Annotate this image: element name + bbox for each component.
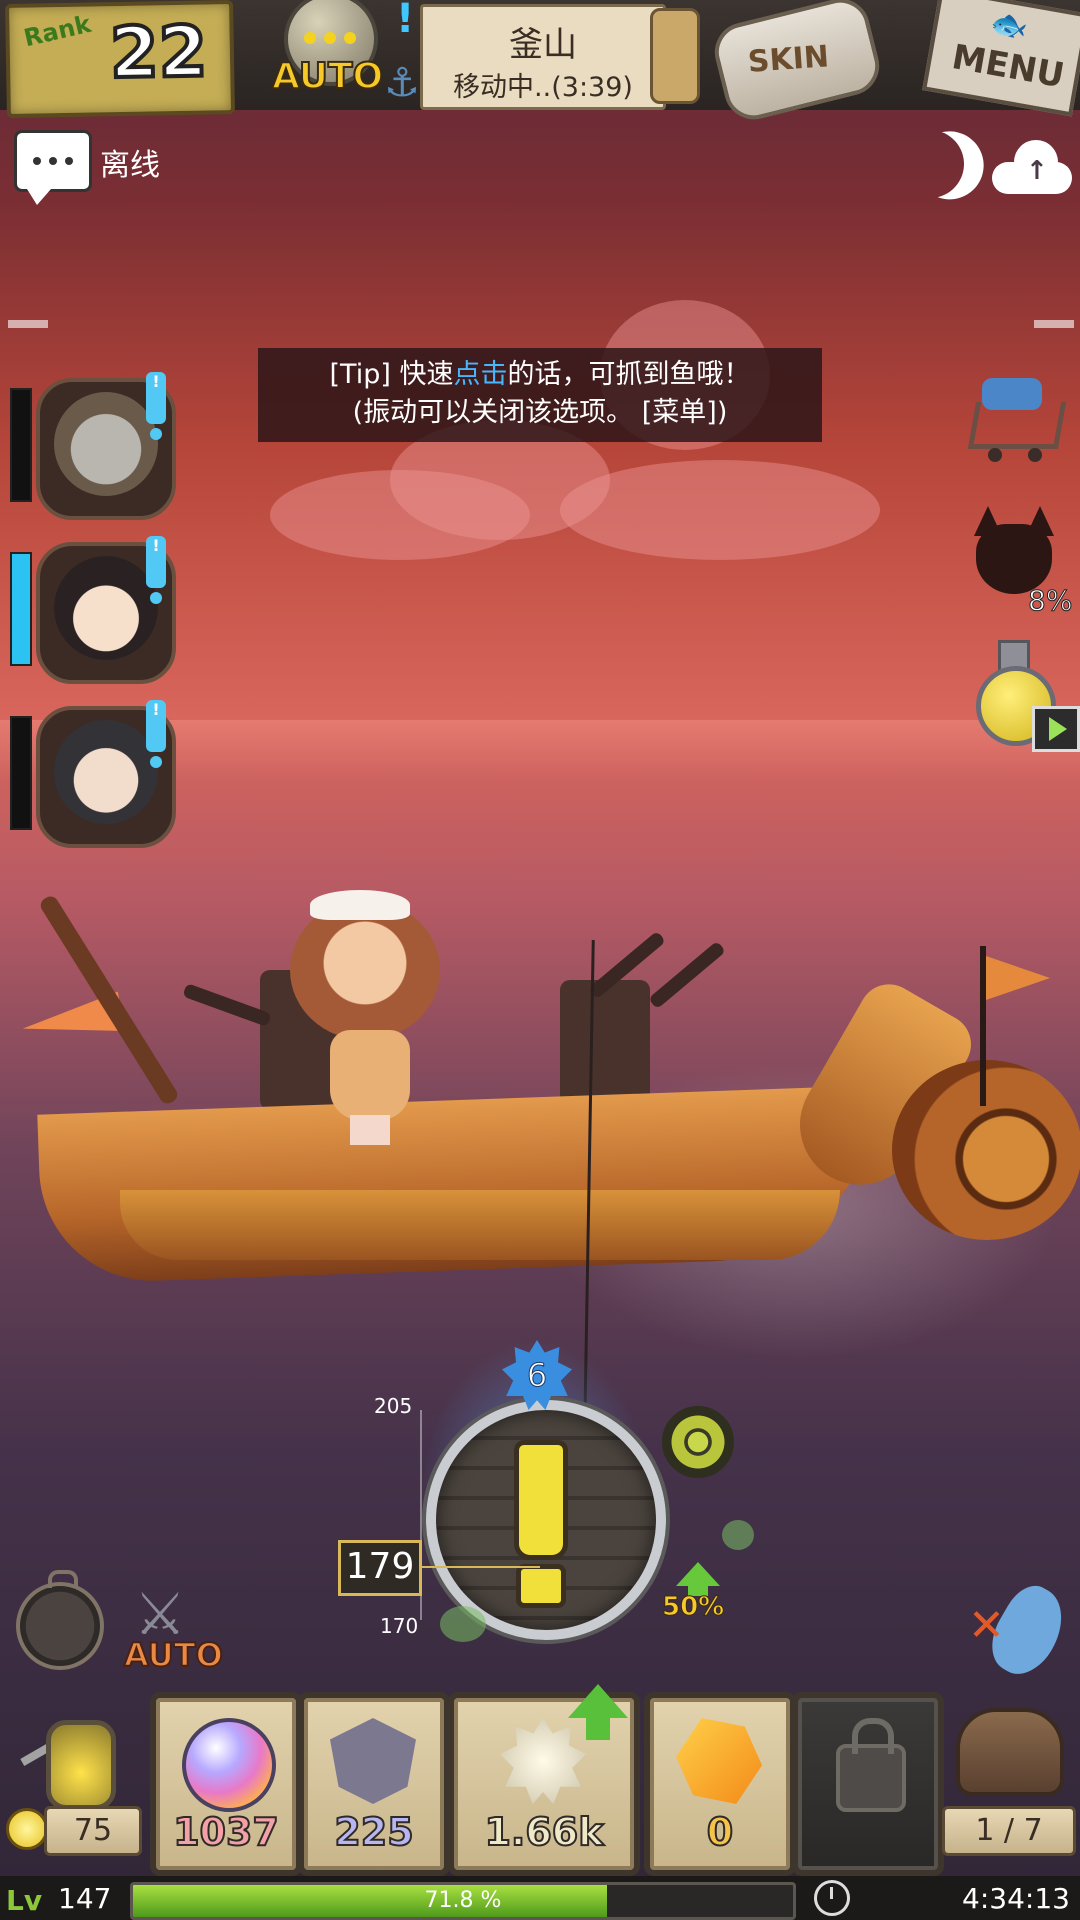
item-count: 225 <box>333 1809 414 1855</box>
flag-icon <box>986 956 1050 1000</box>
location-name: 釜山 <box>509 25 577 65</box>
skull-shield-icon <box>330 1718 416 1804</box>
menu-label: MENU <box>948 37 1068 97</box>
upgrade-arrow-icon <box>568 1684 628 1744</box>
coin-count: 75 <box>44 1806 142 1856</box>
chest-count: 1 / 7 <box>942 1806 1076 1856</box>
wolf-avatar <box>54 392 158 496</box>
status-bar: Lv 147 71.8 % 4:34:13 <box>0 1876 1080 1920</box>
rainbow-orb-icon <box>182 1718 276 1812</box>
level-icon: Lv <box>6 1884 43 1917</box>
cancel-x-icon: ✕ <box>968 1600 1005 1651</box>
release-fish-button[interactable]: ✕ <box>968 1577 1077 1685</box>
crew-portrait-girl[interactable]: ! <box>10 536 176 684</box>
alert-icon: ! <box>146 700 166 768</box>
coin-icon <box>6 1808 48 1850</box>
alert-icon: ! <box>146 372 166 440</box>
bubble <box>440 1606 486 1642</box>
depth-tick-top: 205 <box>374 1394 413 1418</box>
crew-gauge <box>10 388 32 502</box>
crew-gauge <box>10 716 32 830</box>
auto-battle-button[interactable]: ⚔ AUTO <box>120 1580 224 1680</box>
item-slot-crystal[interactable]: 0 <box>644 1692 796 1876</box>
current-depth-line <box>420 1566 540 1568</box>
boost-indicator: 50% <box>661 1562 732 1623</box>
shop-cart-icon[interactable] <box>962 372 1067 462</box>
crew-portrait-hooded[interactable]: ! <box>10 700 176 848</box>
tip-banner: [Tip] 快速点击的话，可抓到鱼哦！ (振动可以关闭该选项。 [菜单]) <box>258 348 822 442</box>
rank-value: 22 <box>107 8 210 96</box>
tip-line-2: (振动可以关闭该选项。 [菜单]) <box>352 397 728 428</box>
player-level: 147 <box>58 1882 112 1915</box>
boat <box>0 890 1080 1350</box>
location-panel[interactable]: 釜山 移动中..(3:39) <box>420 4 666 110</box>
boost-percent: 50% <box>661 1592 725 1623</box>
menu-button[interactable]: 🐟 MENU <box>922 0 1080 117</box>
alert-icon: ! <box>146 536 166 604</box>
clock-icon <box>814 1880 850 1916</box>
player-character[interactable] <box>280 890 470 1150</box>
chat-status: 离线 <box>100 148 160 183</box>
xp-percent: 71.8 % <box>424 1888 502 1913</box>
boat-mast <box>37 893 181 1107</box>
cloud <box>560 460 880 560</box>
right-edge-marker <box>1034 320 1074 328</box>
skin-button[interactable]: SKIN <box>708 0 886 126</box>
tip-line-1: [Tip] 快速点击的话，可抓到鱼哦！ <box>329 359 751 390</box>
character-legs <box>350 1115 390 1145</box>
exclamation-icon <box>514 1440 568 1560</box>
anchor-icon: ⚓ <box>384 60 420 106</box>
fish-icon: 🐟 <box>987 5 1031 47</box>
hooded-avatar <box>54 720 158 824</box>
character-body <box>330 1030 410 1120</box>
cannon-barrel <box>648 940 726 1010</box>
potion-video-icon[interactable] <box>966 640 1080 752</box>
boat-hull-rim <box>120 1190 840 1260</box>
amber-crystal-icon <box>676 1718 762 1804</box>
top-bar: Rank 22 AUTO ⚓ 釜山 移动中..(3:39) ! SKIN 🐟 M… <box>0 0 1080 126</box>
bubble <box>722 1520 754 1550</box>
depth-tick-bottom: 170 <box>380 1614 419 1638</box>
character-head <box>290 900 440 1040</box>
auto-sail-label: AUTO <box>271 55 384 98</box>
treasure-chest-icon[interactable] <box>946 1698 1066 1798</box>
radar-icon[interactable] <box>662 1406 734 1478</box>
crew-gauge <box>10 552 32 666</box>
up-arrow-icon <box>676 1562 720 1586</box>
star-level: 6 <box>526 1356 548 1395</box>
exclamation-dot <box>516 1564 566 1608</box>
auto-sail-button[interactable]: AUTO <box>262 0 392 100</box>
current-depth: 179 <box>338 1540 422 1596</box>
item-slot-orb[interactable]: 1037 <box>150 1692 302 1876</box>
location-status: 移动中..(3:39) <box>453 72 633 103</box>
auto-battle-label: AUTO <box>123 1635 224 1675</box>
play-icon <box>1032 706 1080 752</box>
map-scroll-button[interactable] <box>650 8 700 104</box>
item-count: 1037 <box>172 1809 280 1855</box>
maid-cap <box>310 890 410 920</box>
girl-avatar <box>54 556 158 660</box>
cloud-upload-icon[interactable]: ↑ <box>992 140 1072 194</box>
chat-icon[interactable] <box>14 130 92 205</box>
crew-portrait-wolf[interactable]: ! <box>10 372 176 520</box>
skin-label: SKIN <box>746 39 831 80</box>
cannon-barrel <box>182 983 272 1027</box>
item-count: 1.66k <box>483 1809 604 1855</box>
lantern-icon[interactable] <box>16 1700 128 1810</box>
rank-panel[interactable]: Rank 22 <box>5 0 235 118</box>
play-timer: 4:34:13 <box>962 1882 1070 1915</box>
stopwatch-icon[interactable] <box>16 1570 104 1670</box>
location-alert-icon: ! <box>396 0 415 42</box>
item-slot-shield[interactable]: 225 <box>298 1692 450 1876</box>
item-slot-locked[interactable] <box>792 1692 944 1876</box>
lock-icon <box>836 1718 906 1812</box>
item-count: 0 <box>706 1809 734 1855</box>
left-edge-marker <box>8 320 48 328</box>
barrel <box>892 1060 1080 1240</box>
rank-label: Rank <box>21 9 94 53</box>
xp-bar: 71.8 % <box>130 1882 796 1920</box>
mask-progress: 8% <box>1027 584 1073 618</box>
